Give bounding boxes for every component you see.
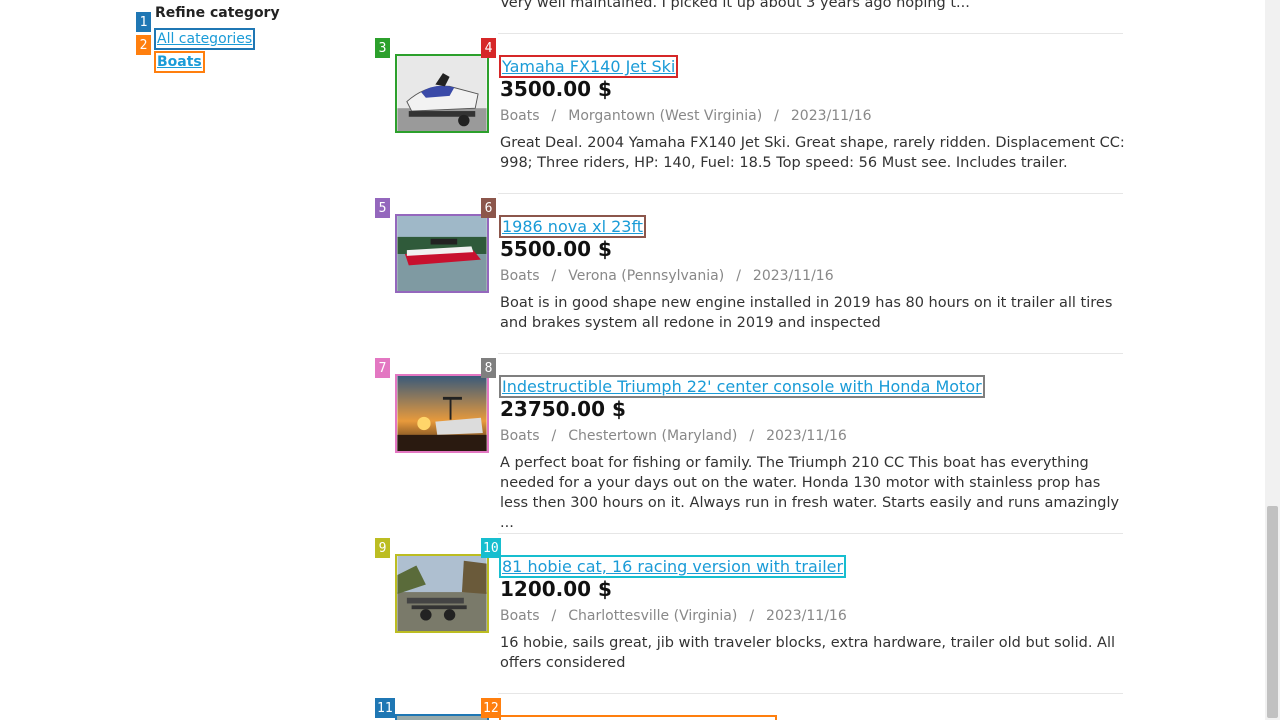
listing-thumbnail[interactable] [395, 214, 489, 293]
divider [498, 193, 1123, 194]
listing-description: Boat is in good shape new engine install… [500, 295, 1113, 331]
listing-thumbnail[interactable] [395, 54, 489, 133]
refine-category-heading: Refine category [155, 5, 280, 21]
category-link-all[interactable]: All categories [154, 28, 256, 50]
listing-meta: Boats / Chestertown (Maryland)/2023/11/16 [500, 428, 847, 444]
marker-badge: 11 [375, 698, 395, 718]
scrollbar-thumb[interactable] [1267, 506, 1278, 718]
listing-description: A perfect boat for fishing or family. Th… [500, 455, 1120, 531]
divider [498, 533, 1123, 534]
marker-badge: 7 [375, 358, 390, 378]
listing-price: 1200.00 $ [500, 577, 612, 601]
listing-description: 16 hobie, sails great, jib with traveler… [500, 635, 1116, 671]
listing-category: Boats [500, 268, 540, 284]
listing-meta: Boats / Charlottesville (Virginia)/2023/11… [500, 608, 847, 624]
listing-location: Charlottesville (Virginia) [568, 608, 738, 624]
listing-location: Morgantown (West Virginia) [568, 108, 763, 124]
marker-badge: 4 [481, 38, 496, 58]
marker-badge: 6 [481, 198, 496, 218]
divider [498, 353, 1123, 354]
marker-badge: 9 [375, 538, 390, 558]
listing-date: 2023/11/16 [752, 268, 834, 284]
listing-location: Chestertown (Maryland) [568, 428, 738, 444]
listing-title-link[interactable]: 1986 nova xl 23ft [499, 215, 647, 238]
listing-category: Boats [500, 428, 540, 444]
listing-title-link[interactable] [499, 715, 777, 720]
listing-title-link[interactable]: 81 hobie cat, 16 racing version with tra… [499, 555, 847, 578]
jet-ski-image [397, 56, 487, 131]
listing-date: 2023/11/16 [766, 608, 847, 624]
listing-description: Great Deal. 2004 Yamaha FX140 Jet Ski. G… [500, 135, 1125, 171]
marker-badge: 3 [375, 38, 390, 58]
listing-date: 2023/11/16 [766, 428, 847, 444]
listing-date: 2023/11/16 [790, 108, 872, 124]
listing-price: 3500.00 $ [500, 77, 612, 101]
marker-badge: 5 [375, 198, 390, 218]
listing-category: Boats [500, 108, 540, 124]
listing-thumbnail[interactable] [395, 374, 489, 453]
listing-title-link[interactable]: Indestructible Triumph 22' center consol… [499, 375, 985, 398]
sidebar: 1 Refine category 2 All categories Boats [0, 0, 360, 720]
listing-price: 23750.00 $ [500, 397, 626, 421]
listing-meta: Boats / Verona (Pennsylvania)/2023/11/16 [500, 268, 834, 284]
marker-badge: 2 [136, 35, 151, 55]
marker-badge: 10 [481, 538, 501, 558]
category-link-boats[interactable]: Boats [154, 51, 205, 73]
marker-badge: 12 [481, 698, 501, 718]
sunset-boat-image [397, 376, 487, 451]
listing-price: 5500.00 $ [500, 237, 612, 261]
boat-image [397, 216, 487, 291]
listing-thumbnail[interactable] [395, 714, 489, 720]
divider [498, 33, 1123, 34]
listing-location: Verona (Pennsylvania) [568, 268, 725, 284]
marker-badge: 8 [481, 358, 496, 378]
listing-meta: Boats / Morgantown (West Virginia)/2023/11… [500, 108, 872, 124]
previous-listing-description: Very well maintained. I picked it up abo… [500, 0, 970, 11]
catamaran-trailer-image [397, 556, 487, 631]
marker-badge: 1 [136, 12, 151, 32]
listing-thumbnail[interactable] [395, 554, 489, 633]
listing-title-link[interactable]: Yamaha FX140 Jet Ski [499, 55, 679, 78]
listing-category: Boats [500, 608, 540, 624]
divider [498, 693, 1123, 694]
